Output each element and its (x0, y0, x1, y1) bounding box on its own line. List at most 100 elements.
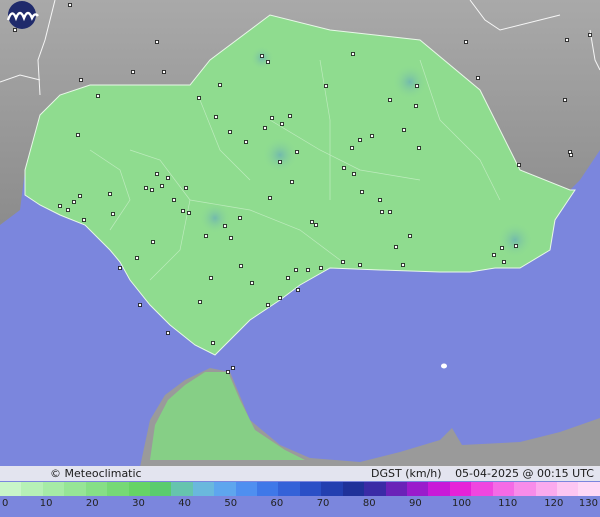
station-marker-icon[interactable] (76, 133, 80, 137)
station-marker-icon[interactable] (270, 116, 274, 120)
station-marker-icon[interactable] (514, 244, 518, 248)
station-marker-icon[interactable] (138, 303, 142, 307)
station-marker-icon[interactable] (209, 276, 213, 280)
station-marker-icon[interactable] (184, 186, 188, 190)
station-marker-icon[interactable] (319, 266, 323, 270)
station-marker-icon[interactable] (378, 198, 382, 202)
station-marker-icon[interactable] (155, 172, 159, 176)
station-marker-icon[interactable] (118, 266, 122, 270)
station-marker-icon[interactable] (72, 200, 76, 204)
legend-swatch (278, 482, 300, 496)
station-marker-icon[interactable] (294, 268, 298, 272)
station-marker-icon[interactable] (231, 366, 235, 370)
station-marker-icon[interactable] (197, 96, 201, 100)
station-marker-icon[interactable] (414, 104, 418, 108)
station-marker-icon[interactable] (358, 263, 362, 267)
station-marker-icon[interactable] (569, 153, 573, 157)
station-marker-icon[interactable] (78, 194, 82, 198)
station-marker-icon[interactable] (280, 122, 284, 126)
station-marker-icon[interactable] (310, 220, 314, 224)
station-marker-icon[interactable] (401, 263, 405, 267)
station-marker-icon[interactable] (187, 211, 191, 215)
station-marker-icon[interactable] (260, 54, 264, 58)
station-marker-icon[interactable] (166, 331, 170, 335)
station-marker-icon[interactable] (360, 190, 364, 194)
station-marker-icon[interactable] (290, 180, 294, 184)
station-marker-icon[interactable] (162, 70, 166, 74)
station-marker-icon[interactable] (198, 300, 202, 304)
station-marker-icon[interactable] (244, 140, 248, 144)
station-marker-icon[interactable] (324, 84, 328, 88)
station-marker-icon[interactable] (151, 240, 155, 244)
station-marker-icon[interactable] (408, 234, 412, 238)
credit-text: © Meteoclimatic (50, 467, 142, 480)
station-marker-icon[interactable] (464, 40, 468, 44)
station-marker-icon[interactable] (568, 150, 572, 154)
station-marker-icon[interactable] (150, 188, 154, 192)
station-marker-icon[interactable] (111, 212, 115, 216)
station-marker-icon[interactable] (476, 76, 480, 80)
station-marker-icon[interactable] (388, 210, 392, 214)
station-marker-icon[interactable] (342, 166, 346, 170)
station-marker-icon[interactable] (172, 198, 176, 202)
station-marker-icon[interactable] (295, 150, 299, 154)
station-marker-icon[interactable] (314, 223, 318, 227)
station-marker-icon[interactable] (238, 216, 242, 220)
station-marker-icon[interactable] (239, 264, 243, 268)
station-marker-icon[interactable] (181, 209, 185, 213)
station-marker-icon[interactable] (155, 40, 159, 44)
station-marker-icon[interactable] (166, 176, 170, 180)
station-marker-icon[interactable] (370, 134, 374, 138)
station-marker-icon[interactable] (131, 70, 135, 74)
station-marker-icon[interactable] (296, 288, 300, 292)
station-marker-icon[interactable] (211, 341, 215, 345)
station-marker-icon[interactable] (352, 172, 356, 176)
station-marker-icon[interactable] (144, 186, 148, 190)
station-marker-icon[interactable] (351, 52, 355, 56)
station-marker-icon[interactable] (502, 260, 506, 264)
station-marker-icon[interactable] (268, 196, 272, 200)
station-marker-icon[interactable] (66, 208, 70, 212)
station-marker-icon[interactable] (500, 246, 504, 250)
station-marker-icon[interactable] (350, 146, 354, 150)
station-marker-icon[interactable] (223, 224, 227, 228)
station-marker-icon[interactable] (266, 60, 270, 64)
station-marker-icon[interactable] (204, 234, 208, 238)
station-marker-icon[interactable] (226, 370, 230, 374)
station-marker-icon[interactable] (286, 276, 290, 280)
station-marker-icon[interactable] (263, 126, 267, 130)
legend-swatch (192, 482, 215, 496)
station-marker-icon[interactable] (402, 128, 406, 132)
station-marker-icon[interactable] (394, 245, 398, 249)
station-marker-icon[interactable] (58, 204, 62, 208)
station-marker-icon[interactable] (341, 260, 345, 264)
station-marker-icon[interactable] (214, 115, 218, 119)
legend-tick-label: 10 (39, 498, 53, 509)
station-marker-icon[interactable] (68, 3, 72, 7)
station-marker-icon[interactable] (563, 98, 567, 102)
station-marker-icon[interactable] (278, 160, 282, 164)
station-marker-icon[interactable] (492, 253, 496, 257)
station-marker-icon[interactable] (218, 83, 222, 87)
station-marker-icon[interactable] (266, 303, 270, 307)
station-marker-icon[interactable] (160, 184, 164, 188)
station-marker-icon[interactable] (565, 38, 569, 42)
station-marker-icon[interactable] (96, 94, 100, 98)
station-marker-icon[interactable] (229, 236, 233, 240)
station-marker-icon[interactable] (228, 130, 232, 134)
station-marker-icon[interactable] (588, 33, 592, 37)
station-marker-icon[interactable] (415, 84, 419, 88)
station-marker-icon[interactable] (388, 98, 392, 102)
station-marker-icon[interactable] (358, 138, 362, 142)
station-marker-icon[interactable] (82, 218, 86, 222)
station-marker-icon[interactable] (517, 163, 521, 167)
station-marker-icon[interactable] (108, 192, 112, 196)
station-marker-icon[interactable] (79, 78, 83, 82)
station-marker-icon[interactable] (288, 114, 292, 118)
station-marker-icon[interactable] (278, 296, 282, 300)
station-marker-icon[interactable] (135, 256, 139, 260)
station-marker-icon[interactable] (417, 146, 421, 150)
station-marker-icon[interactable] (306, 268, 310, 272)
station-marker-icon[interactable] (380, 210, 384, 214)
station-marker-icon[interactable] (250, 281, 254, 285)
